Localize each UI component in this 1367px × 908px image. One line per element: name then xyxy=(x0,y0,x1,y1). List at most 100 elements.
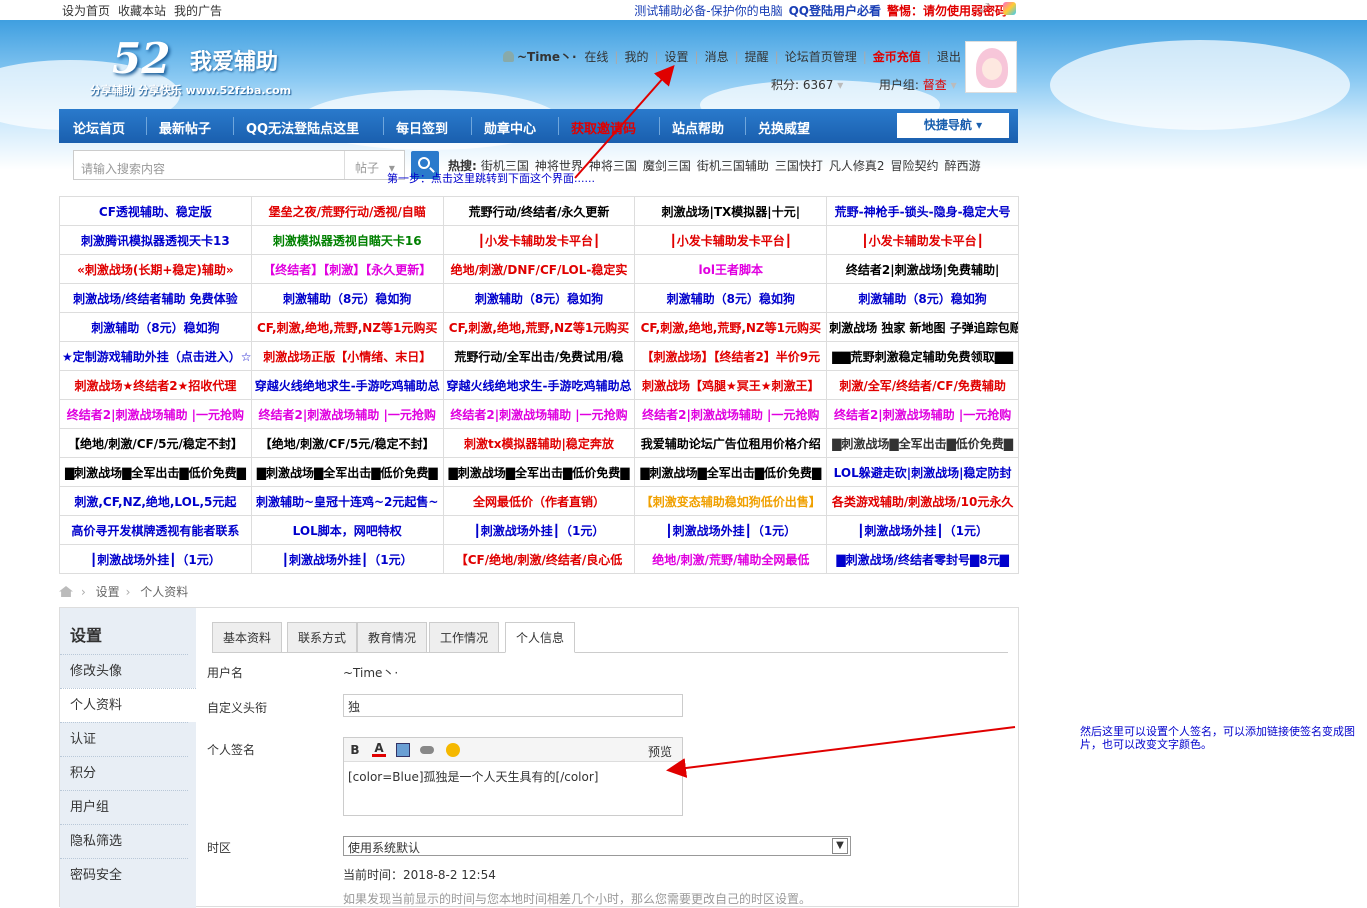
image-icon[interactable] xyxy=(396,743,410,757)
ad-link[interactable]: CF,刺激,绝地,荒野,NZ等1元购买 xyxy=(442,312,636,342)
ad-link[interactable]: LOL脚本，网吧特权 xyxy=(250,515,444,545)
ad-link[interactable]: 荒野-神枪手-锁头-隐身-稳定大号 xyxy=(826,196,1019,226)
tab[interactable]: 基本资料 xyxy=(212,622,283,653)
ad-link[interactable]: 刺激战场|TX模拟器|十元| xyxy=(634,196,828,226)
nav-item[interactable]: 获取邀请码 xyxy=(571,118,636,137)
ad-link[interactable]: 穿越火线绝地求生-手游吃鸡辅助总 xyxy=(250,370,444,400)
ad-link[interactable]: ┃小发卡辅助发卡平台┃ xyxy=(442,225,636,255)
top-link[interactable]: 我的广告 xyxy=(174,4,222,18)
user-menu-item[interactable]: 提醒 xyxy=(745,50,769,64)
ad-link[interactable]: ★定制游戏辅助外挂（点击进入）☆ xyxy=(59,341,252,371)
bold-icon[interactable]: B xyxy=(348,743,362,757)
ad-link[interactable]: 绝地/刺激/DNF/CF/LOL-稳定实 xyxy=(442,254,636,284)
ad-link[interactable]: 刺激辅助（8元）稳如狗 xyxy=(634,283,828,313)
ad-link[interactable]: 穿越火线绝地求生-手游吃鸡辅助总 xyxy=(442,370,636,400)
user-menu-item[interactable]: 金币充值 xyxy=(873,50,921,64)
top-link[interactable]: 收藏本站 xyxy=(118,4,166,18)
nav-item[interactable]: 每日签到 xyxy=(396,118,448,137)
home-icon[interactable] xyxy=(59,586,73,597)
tab[interactable]: 工作情况 xyxy=(429,622,500,653)
ad-link[interactable]: 终结者2|刺激战场辅助 |一元抢购 xyxy=(826,399,1019,429)
nav-item[interactable]: QQ无法登陆点这里 xyxy=(246,118,359,137)
preview-button[interactable]: 预览 xyxy=(648,743,672,760)
ad-link[interactable]: CF透视辅助、稳定版 xyxy=(59,196,252,226)
top-notice-link[interactable]: QQ登陆用户必看 xyxy=(789,4,881,18)
nav-item[interactable]: 最新帖子 xyxy=(159,118,211,137)
fullscreen-icon[interactable]: ⤢ xyxy=(979,1,989,16)
ad-link[interactable]: ┃刺激战场外挂┃（1元） xyxy=(250,544,444,574)
ad-link[interactable]: 各类游戏辅助/刺激战场/10元永久 xyxy=(826,486,1019,516)
hot-search-link[interactable]: 冒险契约 xyxy=(891,159,939,173)
avatar[interactable] xyxy=(965,41,1017,93)
user-points[interactable]: 积分: 6367 xyxy=(771,78,833,92)
ad-link[interactable]: ▇▇荒野刺激稳定辅助免费领取▇▇ xyxy=(826,341,1019,371)
nav-item[interactable]: 兑换威望 xyxy=(758,118,810,137)
ad-link[interactable]: 刺激tx模拟器辅助|稳定奔放 xyxy=(442,428,636,458)
user-menu-item[interactable]: 在线 xyxy=(584,50,608,64)
breadcrumb-settings[interactable]: 设置 xyxy=(96,585,120,599)
user-group-value[interactable]: 督查 xyxy=(923,78,947,92)
ad-link[interactable]: 刺激战场/终结者辅助 免费体验 xyxy=(59,283,252,313)
ad-link[interactable]: «刺激战场(长期+稳定)辅助» xyxy=(59,254,252,284)
ad-link[interactable]: 刺激模拟器透视自瞄天卡16 xyxy=(250,225,444,255)
nav-item[interactable]: 论坛首页 xyxy=(73,118,125,137)
hot-search-link[interactable]: 神将三国 xyxy=(589,159,637,173)
sidebar-item[interactable]: 认证 xyxy=(60,722,188,756)
ad-link[interactable]: 刺激,CF,NZ,绝地,LOL,5元起 xyxy=(59,486,252,516)
ad-link[interactable]: lol王者脚本 xyxy=(634,254,828,284)
ad-link[interactable]: 终结者2|刺激战场辅助 |一元抢购 xyxy=(634,399,828,429)
ad-link[interactable]: 【刺激变态辅助稳如狗低价出售】 xyxy=(634,486,828,516)
nav-item[interactable]: 勋章中心 xyxy=(484,118,536,137)
ad-link[interactable]: LOL躲避走砍|刺激战场|稳定防封 xyxy=(826,457,1019,487)
hot-search-link[interactable]: 魔剑三国 xyxy=(643,159,691,173)
ad-link[interactable]: 荒野行动/终结者/永久更新 xyxy=(442,196,636,226)
ad-link[interactable]: 刺激战场★终结者2★招收代理 xyxy=(59,370,252,400)
ad-link[interactable]: 终结者2|刺激战场|免费辅助| xyxy=(826,254,1019,284)
hot-search-link[interactable]: 街机三国辅助 xyxy=(697,159,769,173)
ad-link[interactable]: ▇刺激战场▇全军出击▇低价免费▇ xyxy=(634,457,828,487)
ad-link[interactable]: 终结者2|刺激战场辅助 |一元抢购 xyxy=(442,399,636,429)
sidebar-item[interactable]: 个人资料 xyxy=(60,688,196,722)
ad-link[interactable]: 【刺激战场】【终结者2】半价9元 xyxy=(634,341,828,371)
ad-link[interactable]: 终结者2|刺激战场辅助 |一元抢购 xyxy=(250,399,444,429)
ad-link[interactable]: 【CF/绝地/刺激/终结者/良心低 xyxy=(442,544,636,574)
sidebar-item[interactable]: 积分 xyxy=(60,756,188,790)
ad-link[interactable]: 【绝地/刺激/CF/5元/稳定不封】 xyxy=(250,428,444,458)
ad-link[interactable]: ┃刺激战场外挂┃（1元） xyxy=(826,515,1019,545)
ad-link[interactable]: 【绝地/刺激/CF/5元/稳定不封】 xyxy=(59,428,252,458)
timezone-select[interactable]: 使用系统默认 ▼ xyxy=(343,836,851,856)
font-color-icon[interactable]: A xyxy=(372,742,386,757)
ad-link[interactable]: ▇刺激战场▇全军出击▇低价免费▇ xyxy=(250,457,444,487)
nav-item[interactable]: 站点帮助 xyxy=(672,118,724,137)
user-menu-item[interactable]: 消息 xyxy=(705,50,729,64)
site-logo[interactable]: 52 我爱辅助 分享辅助 分享快乐 www.52fzba.com xyxy=(90,34,291,97)
ad-link[interactable]: 刺激战场 独家 新地图 子弹追踪包赔 xyxy=(826,312,1019,342)
user-menu-item[interactable]: 退出 xyxy=(937,50,961,64)
ad-link[interactable]: 荒野行动/全军出击/免费试用/稳 xyxy=(442,341,636,371)
tab[interactable]: 联系方式 xyxy=(287,622,358,653)
ad-link[interactable]: 高价寻开发棋牌透视有能者联系 xyxy=(59,515,252,545)
ad-link[interactable]: 刺激腾讯模拟器透视天卡13 xyxy=(59,225,252,255)
ad-link[interactable]: 刺激辅助（8元）稳如狗 xyxy=(826,283,1019,313)
sidebar-item[interactable]: 用户组 xyxy=(60,790,188,824)
ad-link[interactable]: 刺激辅助（8元）稳如狗 xyxy=(442,283,636,313)
ad-link[interactable]: CF,刺激,绝地,荒野,NZ等1元购买 xyxy=(634,312,828,342)
ad-link[interactable]: 我爱辅助论坛广告位租用价格介绍 xyxy=(634,428,828,458)
sidebar-item[interactable]: 隐私筛选 xyxy=(60,824,188,858)
ad-link[interactable]: 刺激战场【鸡腿★冥王★刺激王】 xyxy=(634,370,828,400)
link-icon[interactable] xyxy=(420,746,434,754)
smiley-icon[interactable] xyxy=(446,743,460,757)
user-menu-item[interactable]: 设置 xyxy=(665,50,689,64)
username-link[interactable]: ~Time丶· xyxy=(517,50,577,64)
search-input[interactable]: 请输入搜索内容 xyxy=(81,160,165,177)
ad-link[interactable]: ▇刺激战场/终结者零封号▇8元▇ xyxy=(826,544,1019,574)
tab[interactable]: 个人信息 xyxy=(505,622,576,653)
ad-link[interactable]: ▇刺激战场▇全军出击▇低价免费▇ xyxy=(442,457,636,487)
ad-link[interactable]: CF,刺激,绝地,荒野,NZ等1元购买 xyxy=(250,312,444,342)
ad-link[interactable]: ┃刺激战场外挂┃（1元） xyxy=(634,515,828,545)
user-menu-item[interactable]: 我的 xyxy=(624,50,648,64)
ad-link[interactable]: ┃刺激战场外挂┃（1元） xyxy=(59,544,252,574)
ad-link[interactable]: 刺激辅助（8元）稳如狗 xyxy=(59,312,252,342)
ad-link[interactable]: 刺激/全军/终结者/CF/免费辅助 xyxy=(826,370,1019,400)
ad-link[interactable]: ▇刺激战场▇全军出击▇低价免费▇ xyxy=(59,457,252,487)
